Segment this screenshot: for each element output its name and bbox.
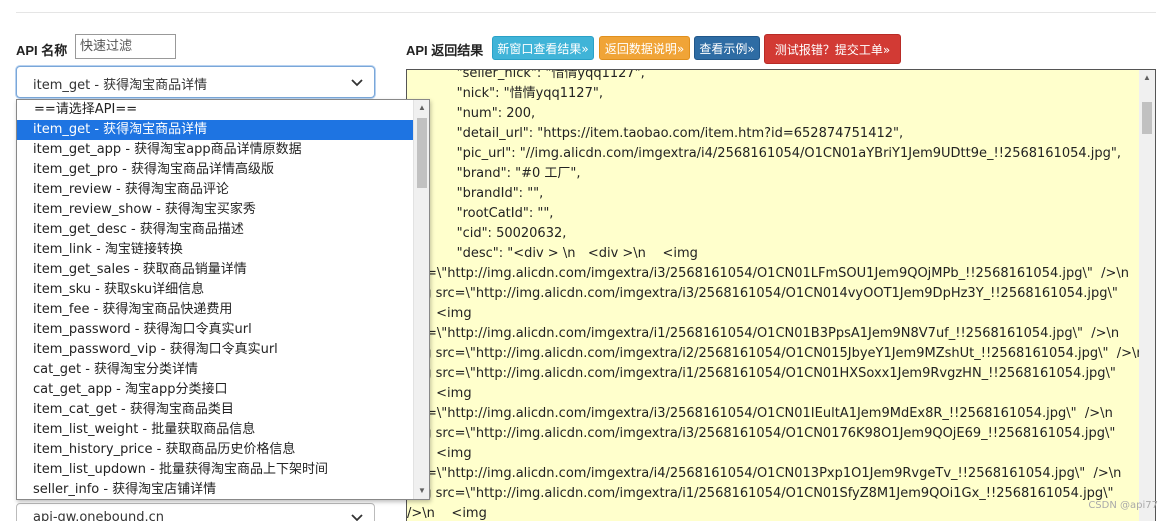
result-line: img src=\"http://img.alicdn.com/imgextra… bbox=[407, 346, 1145, 361]
api-option[interactable]: item_sku - 获取sku详细信息 bbox=[17, 280, 414, 300]
scroll-up-arrow-icon[interactable]: ▲ bbox=[1143, 74, 1151, 82]
api-option[interactable]: ==请选择API== bbox=[17, 100, 414, 120]
api-select-value: item_get - 获得淘宝商品详情 bbox=[33, 78, 208, 93]
api-option[interactable]: item_password - 获得淘口令真实url bbox=[17, 320, 414, 340]
api-option[interactable]: item_review - 获得淘宝商品评论 bbox=[17, 180, 414, 200]
chevron-down-icon bbox=[351, 79, 363, 87]
dropdown-scrollbar[interactable]: ▲ ▼ bbox=[413, 100, 429, 499]
api-option[interactable]: item_get_app - 获得淘宝app商品详情原数据 bbox=[17, 140, 414, 160]
api-option[interactable]: item_list_weight - 批量获取商品信息 bbox=[17, 420, 414, 440]
api-option[interactable]: item_password_vip - 获得淘口令真实url bbox=[17, 340, 414, 360]
api-option[interactable]: seller_info - 获得淘宝店铺详情 bbox=[17, 480, 414, 499]
result-line: src=\"http://img.alicdn.com/imgextra/i3/… bbox=[407, 266, 1130, 281]
server-select[interactable]: api-gw.onebound.cn bbox=[16, 503, 375, 521]
api-result-content: "seller_nick": "惜情yqq1127", "nick": "惜情y… bbox=[407, 69, 1145, 521]
result-line: />\n <img bbox=[407, 506, 487, 521]
api-option[interactable]: item_cat_get - 获得淘宝商品类目 bbox=[17, 400, 414, 420]
api-result-label: API 返回结果 bbox=[406, 43, 484, 58]
result-line: img src=\"http://img.alicdn.com/imgextra… bbox=[407, 366, 1116, 381]
result-line: "pic_url": "//img.alicdn.com/imgextra/i4… bbox=[407, 146, 1121, 161]
result-line: "rootCatId": "", bbox=[407, 206, 554, 221]
result-line: img src=\"http://img.alicdn.com/imgextra… bbox=[407, 286, 1118, 301]
result-scrollbar[interactable]: ▲ bbox=[1139, 70, 1155, 521]
watermark: CSDN @api77 bbox=[1088, 500, 1158, 511]
open-new-window-button[interactable]: 新窗口查看结果» bbox=[492, 36, 594, 60]
api-option[interactable]: item_get_pro - 获得淘宝商品详情高级版 bbox=[17, 160, 414, 180]
view-example-button[interactable]: 查看示例» bbox=[694, 36, 760, 60]
api-option[interactable]: item_history_price - 获取商品历史价格信息 bbox=[17, 440, 414, 460]
result-line: img src=\"http://img.alicdn.com/imgextra… bbox=[407, 486, 1114, 501]
api-option[interactable]: item_get - 获得淘宝商品详情 bbox=[17, 120, 414, 140]
result-line: "cid": 50020632, bbox=[407, 226, 567, 241]
result-line: \n <img bbox=[407, 306, 472, 321]
server-select-value: api-gw.onebound.cn bbox=[33, 510, 164, 521]
result-line: \n <img bbox=[407, 386, 472, 401]
api-option[interactable]: item_link - 淘宝链接转换 bbox=[17, 240, 414, 260]
scroll-up-arrow-icon[interactable]: ▲ bbox=[418, 104, 426, 112]
data-doc-button[interactable]: 返回数据说明» bbox=[599, 36, 690, 60]
result-line: "num": 200, bbox=[407, 106, 536, 121]
result-line: \n <img bbox=[407, 446, 472, 461]
result-line: "brandId": "", bbox=[407, 186, 544, 201]
result-scroll-thumb[interactable] bbox=[1142, 102, 1152, 134]
dropdown-scroll-thumb[interactable] bbox=[417, 118, 427, 188]
api-option[interactable]: item_list_updown - 批量获得淘宝商品上下架时间 bbox=[17, 460, 414, 480]
api-option[interactable]: item_fee - 获得淘宝商品快递费用 bbox=[17, 300, 414, 320]
result-line: "desc": "<div > \n <div >\n <img bbox=[407, 246, 698, 261]
api-option[interactable]: cat_get_app - 淘宝app分类接口 bbox=[17, 380, 414, 400]
api-options-list: ==请选择API== item_get - 获得淘宝商品详情 item_get_ap… bbox=[17, 100, 414, 499]
api-result-textarea[interactable]: "seller_nick": "惜情yqq1127", "nick": "惜情y… bbox=[406, 69, 1156, 521]
result-line: src=\"http://img.alicdn.com/imgextra/i3/… bbox=[407, 406, 1113, 421]
api-option[interactable]: item_get_sales - 获取商品销量详情 bbox=[17, 260, 414, 280]
api-dropdown-list[interactable]: ==请选择API== item_get - 获得淘宝商品详情 item_get_ap… bbox=[16, 99, 430, 500]
result-line: "detail_url": "https://item.taobao.com/i… bbox=[407, 126, 904, 141]
api-option[interactable]: item_review_show - 获得淘宝买家秀 bbox=[17, 200, 414, 220]
result-line: src=\"http://img.alicdn.com/imgextra/i1/… bbox=[407, 326, 1120, 341]
scroll-down-arrow-icon[interactable]: ▼ bbox=[418, 487, 426, 495]
top-divider bbox=[16, 12, 1156, 13]
api-option[interactable]: item_get_desc - 获得淘宝商品描述 bbox=[17, 220, 414, 240]
chevron-down-icon bbox=[351, 514, 363, 521]
result-line: "brand": "#0 工厂", bbox=[407, 166, 581, 181]
api-name-label: API 名称 bbox=[16, 43, 68, 58]
api-option[interactable]: cat_get - 获得淘宝分类详情 bbox=[17, 360, 414, 380]
result-line: "seller_nick": "惜情yqq1127", bbox=[407, 69, 645, 81]
quick-filter-input[interactable] bbox=[75, 34, 176, 59]
report-error-button[interactable]: 测试报错？提交工单» bbox=[764, 34, 901, 64]
api-select[interactable]: item_get - 获得淘宝商品详情 bbox=[16, 66, 375, 98]
result-line: img src=\"http://img.alicdn.com/imgextra… bbox=[407, 426, 1116, 441]
result-line: src=\"http://img.alicdn.com/imgextra/i4/… bbox=[407, 466, 1122, 481]
result-line: "nick": "惜情yqq1127", bbox=[407, 86, 603, 101]
